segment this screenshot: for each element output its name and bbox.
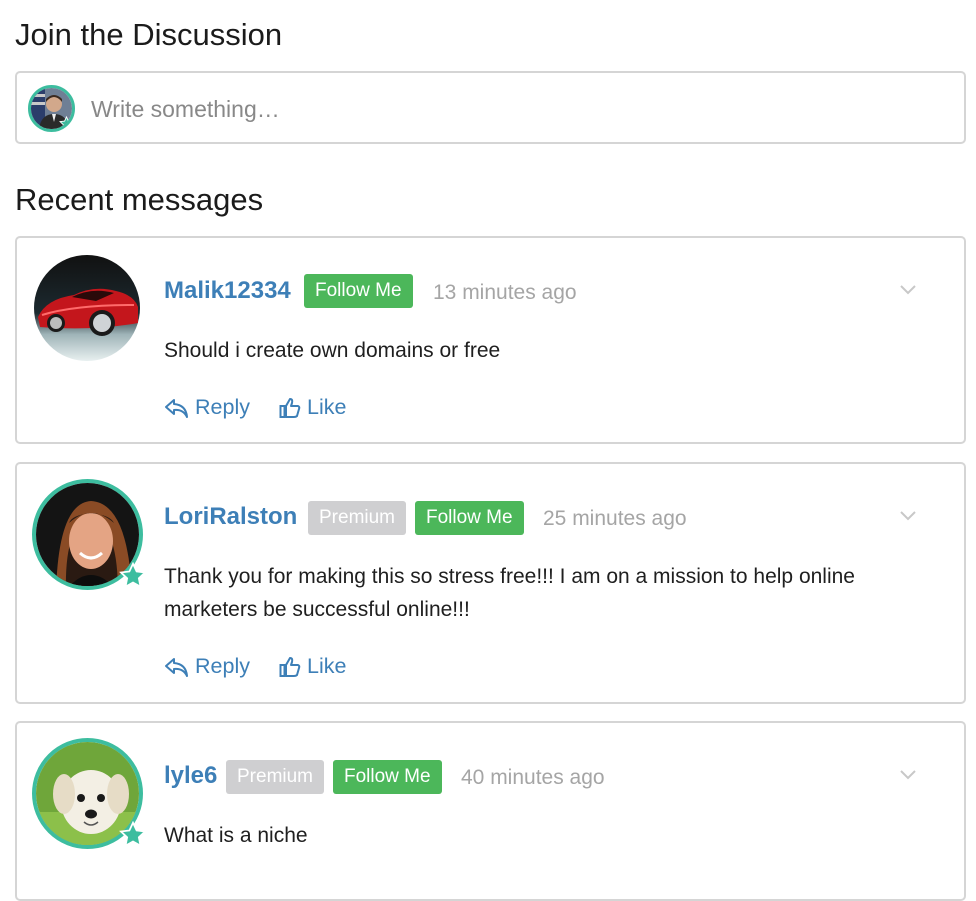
message-card: Malik12334 Follow Me 13 minutes ago Shou… bbox=[15, 236, 966, 444]
reply-button[interactable]: Reply bbox=[164, 395, 250, 420]
comment-composer[interactable] bbox=[15, 71, 966, 144]
username-link[interactable]: LoriRalston bbox=[164, 503, 297, 531]
follow-me-button[interactable]: Follow Me bbox=[415, 501, 524, 535]
like-button[interactable]: Like bbox=[279, 654, 346, 679]
recent-messages-heading: Recent messages bbox=[15, 182, 264, 217]
thumbs-up-icon bbox=[279, 397, 301, 418]
follow-me-button[interactable]: Follow Me bbox=[333, 760, 442, 794]
current-user-avatar bbox=[28, 85, 75, 132]
message-timestamp: 13 minutes ago bbox=[433, 281, 577, 304]
status-star-icon bbox=[59, 116, 72, 129]
red-sports-car-image bbox=[34, 255, 140, 361]
message-card: LoriRalston Premium Follow Me 25 minutes… bbox=[15, 462, 966, 704]
avatar[interactable] bbox=[34, 255, 140, 361]
status-star-icon bbox=[119, 562, 147, 589]
like-button[interactable]: Like bbox=[279, 395, 346, 420]
like-label: Like bbox=[307, 654, 347, 678]
chevron-down-icon[interactable] bbox=[899, 510, 917, 522]
message-text: Thank you for making this so stress free… bbox=[164, 565, 855, 621]
reply-icon bbox=[165, 657, 188, 677]
message-text: Should i create own domains or free bbox=[164, 339, 501, 362]
premium-badge: Premium bbox=[226, 760, 325, 794]
chevron-down-icon[interactable] bbox=[899, 284, 917, 296]
reply-button[interactable]: Reply bbox=[164, 654, 250, 679]
reply-icon bbox=[165, 398, 188, 418]
message-card: lyle6 Premium Follow Me 40 minutes ago W… bbox=[15, 721, 966, 901]
status-star-icon bbox=[119, 821, 147, 848]
message-timestamp: 25 minutes ago bbox=[543, 507, 687, 530]
thumbs-up-icon bbox=[279, 656, 301, 677]
avatar[interactable] bbox=[32, 738, 147, 849]
comment-input[interactable] bbox=[89, 89, 943, 129]
reply-label: Reply bbox=[195, 395, 250, 419]
follow-me-button[interactable]: Follow Me bbox=[304, 274, 413, 308]
avatar[interactable] bbox=[32, 479, 147, 590]
chevron-down-icon[interactable] bbox=[899, 769, 917, 781]
reply-label: Reply bbox=[195, 654, 250, 678]
message-text: What is a niche bbox=[164, 824, 308, 847]
join-discussion-heading: Join the Discussion bbox=[15, 17, 283, 52]
premium-badge: Premium bbox=[308, 501, 407, 535]
username-link[interactable]: lyle6 bbox=[164, 762, 217, 790]
username-link[interactable]: Malik12334 bbox=[164, 277, 291, 305]
like-label: Like bbox=[307, 395, 347, 419]
message-timestamp: 40 minutes ago bbox=[461, 766, 605, 789]
